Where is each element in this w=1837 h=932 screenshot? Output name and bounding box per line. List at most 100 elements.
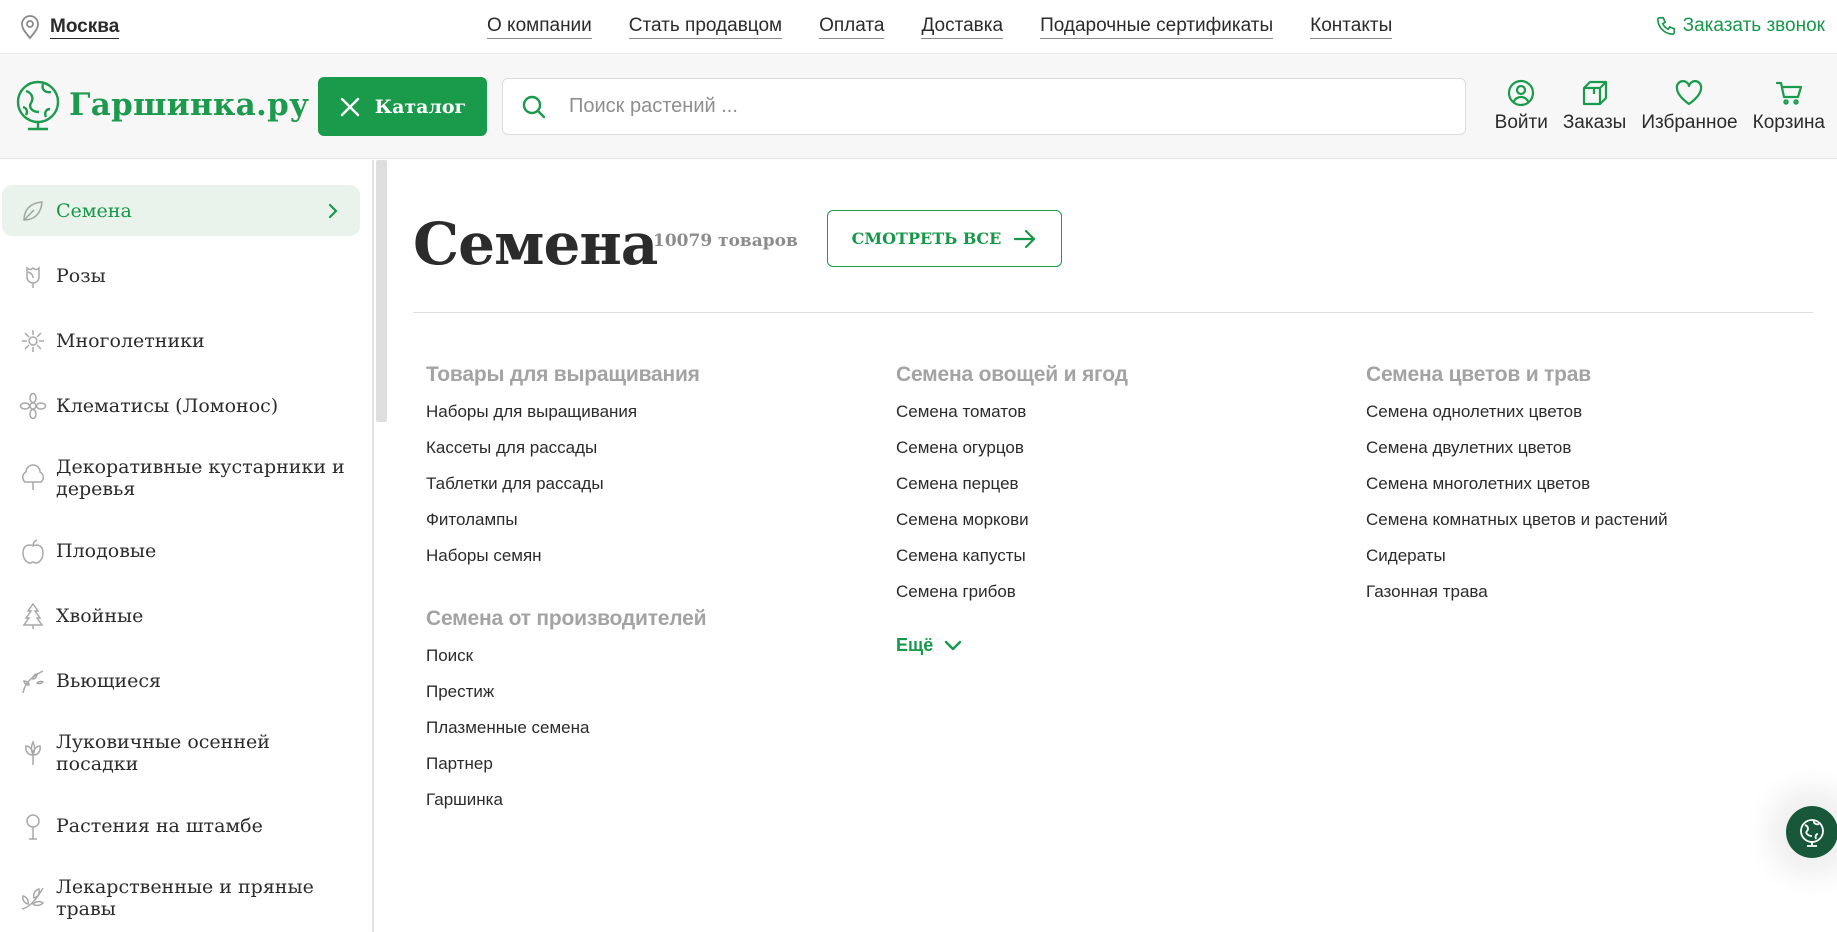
nav-link-become-seller[interactable]: Стать продавцом bbox=[628, 14, 783, 39]
sidebar-item-conifers[interactable]: Хвойные bbox=[2, 590, 360, 641]
subcategory-link[interactable]: Семена томатов bbox=[896, 401, 1356, 437]
sidebar-item-standard-trees[interactable]: Растения на штамбе bbox=[2, 800, 360, 851]
sidebar-item-clematis[interactable]: Клематисы (Ломонос) bbox=[2, 380, 360, 431]
show-more-button[interactable]: Ещё bbox=[896, 635, 1356, 656]
subcategory-link[interactable]: Газонная трава bbox=[1366, 581, 1826, 617]
subcategory-link[interactable]: Наборы для выращивания bbox=[426, 401, 886, 437]
subcategory-heading[interactable]: Товары для выращивания bbox=[426, 363, 886, 387]
subcategory-link[interactable]: Семена двулетних цветов bbox=[1366, 437, 1826, 473]
subcategory-link[interactable]: Кассеты для рассады bbox=[426, 437, 886, 473]
nav-link-gift-certificates[interactable]: Подарочные сертификаты bbox=[1040, 14, 1274, 39]
user-icon bbox=[1508, 79, 1535, 107]
cart-label: Корзина bbox=[1752, 112, 1825, 133]
search-input[interactable] bbox=[569, 95, 1449, 118]
orders-button[interactable]: Заказы bbox=[1563, 78, 1626, 134]
subcategory-group: Семена цветов и трав Семена однолетних ц… bbox=[1366, 363, 1826, 617]
search-box bbox=[502, 78, 1466, 135]
logo-text: Гаршинка.ру bbox=[69, 87, 310, 123]
sidebar-item-label: Плодовые bbox=[56, 539, 157, 562]
login-button[interactable]: Войти bbox=[1495, 78, 1548, 134]
sidebar-item-label: Луковичные осенней посадки bbox=[56, 731, 270, 775]
phone-icon bbox=[1656, 16, 1675, 36]
globe-plant-logo-icon bbox=[16, 80, 60, 131]
nav-link-contacts[interactable]: Контакты bbox=[1310, 14, 1393, 39]
subcategory-link[interactable]: Семена многолетних цветов bbox=[1366, 473, 1826, 509]
nav-link-payment[interactable]: Оплата bbox=[819, 14, 885, 39]
subcategory-column: Семена цветов и трав Семена однолетних ц… bbox=[1366, 363, 1826, 617]
cart-button[interactable]: Корзина bbox=[1753, 78, 1825, 134]
subcategory-link[interactable]: Гаршинка bbox=[426, 789, 886, 825]
conifer-icon bbox=[22, 602, 44, 629]
scrollbar-thumb[interactable] bbox=[376, 160, 387, 422]
subcategory-link[interactable]: Семена однолетних цветов bbox=[1366, 401, 1826, 437]
subcategory-link[interactable]: Семена перцев bbox=[896, 473, 1356, 509]
subcategory-link[interactable]: Таблетки для рассады bbox=[426, 473, 886, 509]
show-more-label: Ещё bbox=[896, 635, 934, 655]
subcategory-link[interactable]: Плазменные семена bbox=[426, 717, 886, 753]
sidebar-scrollbar[interactable] bbox=[373, 160, 388, 932]
nav-link-delivery[interactable]: Доставка bbox=[921, 14, 1004, 39]
subcategory-link[interactable]: Семена комнатных цветов и растений bbox=[1366, 509, 1826, 545]
close-icon bbox=[340, 97, 359, 116]
sidebar-item-roses[interactable]: Розы bbox=[2, 250, 360, 301]
sidebar-item-label: Клематисы (Ломонос) bbox=[56, 394, 279, 417]
sidebar-item-bulbs[interactable]: Луковичные осенней посадки bbox=[2, 718, 360, 788]
subcategory-link[interactable]: Наборы семян bbox=[426, 545, 886, 581]
see-all-button[interactable]: СМОТРЕТЬ ВСЕ bbox=[827, 210, 1062, 267]
subcategory-heading[interactable]: Семена цветов и трав bbox=[1366, 363, 1826, 387]
sidebar-item-label: Хвойные bbox=[56, 604, 144, 627]
subcategory-link[interactable]: Партнер bbox=[426, 753, 886, 789]
favorites-button[interactable]: Избранное bbox=[1641, 78, 1738, 134]
apple-icon bbox=[22, 538, 44, 564]
subcategory-link[interactable]: Семена грибов bbox=[896, 581, 1356, 617]
subcategory-column: Товары для выращивания Наборы для выращи… bbox=[426, 363, 886, 825]
see-all-label: СМОТРЕТЬ ВСЕ bbox=[851, 229, 1002, 248]
subcategory-link[interactable]: Сидераты bbox=[1366, 545, 1826, 581]
subcategory-link[interactable]: Фитолампы bbox=[426, 509, 886, 545]
subcategory-column: Семена овощей и ягод Семена томатов Семе… bbox=[896, 363, 1356, 656]
subcategory-heading[interactable]: Семена овощей и ягод bbox=[896, 363, 1356, 387]
subcategory-link[interactable]: Семена моркови bbox=[896, 509, 1356, 545]
bulb-icon bbox=[25, 740, 41, 765]
sidebar-item-seeds[interactable]: Семена bbox=[2, 185, 360, 236]
chevron-down-icon bbox=[945, 640, 962, 650]
sidebar-item-perennials[interactable]: Многолетники bbox=[2, 315, 360, 366]
divider bbox=[413, 312, 1813, 313]
city-selector[interactable]: Москва bbox=[18, 14, 120, 40]
sidebar-item-climbing[interactable]: Вьющиеся bbox=[2, 655, 360, 706]
subcategory-link[interactable]: Поиск bbox=[426, 645, 886, 681]
herb-icon bbox=[21, 887, 45, 910]
logo[interactable]: Гаршинка.ру bbox=[13, 79, 309, 131]
callback-link[interactable]: Заказать звонок bbox=[1655, 15, 1825, 37]
city-name[interactable]: Москва bbox=[50, 16, 120, 39]
sidebar-item-herbs[interactable]: Лекарственные и пряные травы bbox=[2, 863, 360, 932]
sidebar-item-label: Многолетники bbox=[56, 329, 205, 352]
cart-icon bbox=[1775, 81, 1802, 105]
catalog-button[interactable]: Каталог bbox=[318, 77, 487, 136]
subcategory-group: Товары для выращивания Наборы для выращи… bbox=[426, 363, 886, 581]
sidebar-item-label: Декоративные кустарники и деревья bbox=[56, 456, 345, 500]
subcategory-heading[interactable]: Семена от производителей bbox=[426, 607, 886, 631]
subcategory-link[interactable]: Семена огурцов bbox=[896, 437, 1356, 473]
sidebar-item-label: Вьющиеся bbox=[56, 669, 162, 692]
sidebar-item-label: Розы bbox=[56, 264, 106, 287]
shrub-icon bbox=[22, 464, 44, 490]
arrow-right-icon bbox=[1014, 229, 1036, 248]
globe-chat-icon bbox=[1800, 819, 1824, 847]
perennial-flower-icon bbox=[22, 329, 44, 352]
category-sidebar: Семена Розы Многолетники Клематисы (Ломо… bbox=[0, 160, 373, 932]
page-title: Семена bbox=[413, 210, 658, 278]
callback-label[interactable]: Заказать звонок bbox=[1683, 15, 1825, 37]
subcategory-link[interactable]: Престиж bbox=[426, 681, 886, 717]
subcategory-group: Семена овощей и ягод Семена томатов Семе… bbox=[896, 363, 1356, 617]
catalog-label: Каталог bbox=[374, 95, 467, 118]
location-pin-icon bbox=[21, 15, 39, 40]
product-count: 10079 товаров bbox=[653, 231, 798, 251]
top-nav: О компании Стать продавцом Оплата Достав… bbox=[487, 14, 1429, 39]
chat-button[interactable] bbox=[1786, 806, 1837, 858]
sidebar-item-fruit[interactable]: Плодовые bbox=[2, 525, 360, 576]
sidebar-item-shrubs[interactable]: Декоративные кустарники и деревья bbox=[2, 443, 360, 513]
top-bar: Москва О компании Стать продавцом Оплата… bbox=[0, 0, 1837, 54]
subcategory-link[interactable]: Семена капусты bbox=[896, 545, 1356, 581]
nav-link-about[interactable]: О компании bbox=[487, 14, 592, 39]
